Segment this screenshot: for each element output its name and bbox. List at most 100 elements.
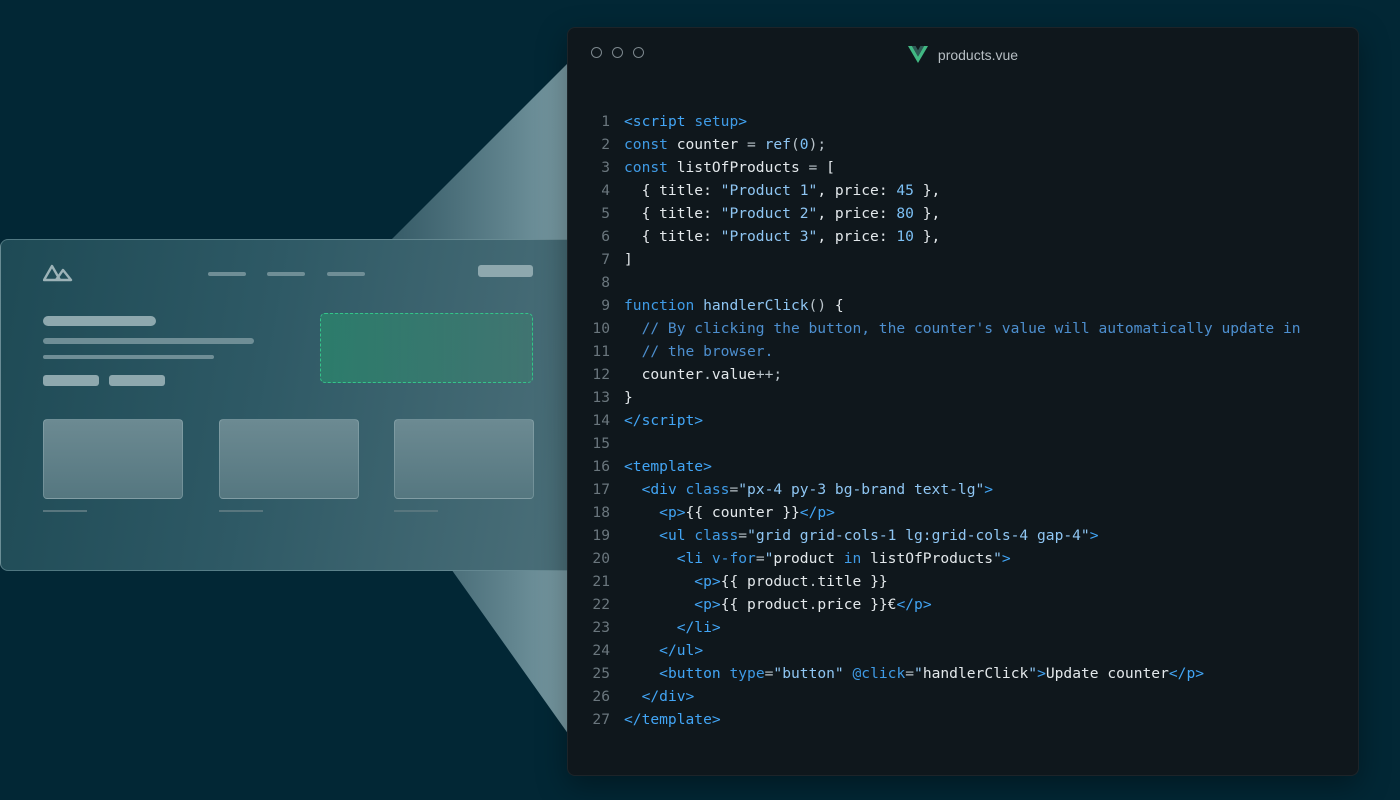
code-line[interactable]: 22 <p>{{ product.price }}€</p> bbox=[590, 593, 1301, 616]
code-token: ++; bbox=[755, 366, 783, 383]
code-token: { title: bbox=[624, 182, 721, 199]
code-token: setup bbox=[694, 113, 739, 130]
code-token: > bbox=[703, 458, 712, 475]
website-wireframe bbox=[0, 239, 569, 571]
code-token: > bbox=[1195, 665, 1205, 682]
code-token: </ bbox=[1168, 665, 1187, 682]
line-number: 25 bbox=[592, 665, 610, 682]
code-token: 45 bbox=[896, 182, 914, 199]
line-number: 13 bbox=[592, 389, 610, 406]
code-line[interactable]: 11 // the browser. bbox=[590, 340, 1301, 363]
code-line[interactable]: 18 <p>{{ counter }}</p> bbox=[590, 501, 1301, 524]
code-line[interactable]: 20 <li v-for="product in listOfProducts"… bbox=[590, 547, 1301, 570]
code-line[interactable]: 3 const listOfProducts = [ bbox=[590, 156, 1301, 179]
line-number: 20 bbox=[592, 550, 610, 567]
code-token: "Product 1" bbox=[720, 182, 818, 199]
code-token: </ bbox=[659, 642, 677, 659]
code-line[interactable]: 14 </script> bbox=[590, 409, 1301, 432]
code-line[interactable]: 4 { title: "Product 1", price: 45 }, bbox=[590, 179, 1301, 202]
code-line[interactable]: 27 </template> bbox=[590, 708, 1301, 731]
code-token: template bbox=[641, 711, 712, 728]
code-line[interactable]: 7] bbox=[590, 248, 1301, 271]
code-line[interactable]: 13} bbox=[590, 386, 1301, 409]
code-line[interactable]: 8 bbox=[590, 271, 1301, 294]
code-token: Update counter bbox=[1045, 665, 1169, 682]
line-number: 27 bbox=[592, 711, 610, 728]
code-token: listOfProducts bbox=[667, 159, 809, 176]
code-token: ] bbox=[624, 251, 633, 268]
card-caption-placeholder bbox=[394, 510, 438, 512]
line-number: 6 bbox=[601, 228, 610, 245]
code-token: > bbox=[1001, 550, 1011, 567]
nav-link-placeholder bbox=[327, 272, 365, 276]
text-placeholder bbox=[43, 338, 254, 344]
code-token: ); bbox=[808, 136, 827, 153]
code-token: < bbox=[676, 550, 686, 567]
code-area[interactable]: 1 <script setup> 2 const counter = ref(0); 3… bbox=[590, 110, 1301, 731]
code-token: </ bbox=[676, 619, 695, 636]
code-line[interactable]: 9 function handlerClick() { bbox=[590, 294, 1301, 317]
code-token: > bbox=[711, 619, 721, 636]
code-token: class bbox=[694, 527, 739, 544]
code-line[interactable]: 16 <template> bbox=[590, 455, 1301, 478]
code-token: </ bbox=[799, 504, 818, 521]
line-number: 7 bbox=[601, 251, 610, 268]
code-line[interactable]: 24 </ul> bbox=[590, 639, 1301, 662]
code-line[interactable]: 17 <div class="px-4 py-3 bg-brand text-l… bbox=[590, 478, 1301, 501]
line-number: 22 bbox=[592, 596, 610, 613]
card-caption-placeholder bbox=[43, 510, 87, 512]
code-token: // By clicking the button, the counter's… bbox=[641, 320, 1301, 337]
code-token: function bbox=[624, 297, 695, 314]
line-number: 8 bbox=[601, 274, 610, 291]
code-line[interactable]: 19 <ul class="grid grid-cols-1 lg:grid-c… bbox=[590, 524, 1301, 547]
card-caption-placeholder bbox=[219, 510, 263, 512]
code-token: value bbox=[711, 366, 756, 383]
code-token: ul bbox=[676, 642, 695, 659]
code-token: li bbox=[694, 619, 712, 636]
code-line[interactable]: 2 const counter = ref(0); bbox=[590, 133, 1301, 156]
code-token: {{ product bbox=[720, 573, 809, 590]
code-line[interactable]: 10 // By clicking the button, the counte… bbox=[590, 317, 1301, 340]
code-token: </ bbox=[624, 412, 642, 429]
code-token: > bbox=[711, 596, 721, 613]
code-line[interactable]: 12 counter.value++; bbox=[590, 363, 1301, 386]
code-token: listOfProducts bbox=[861, 550, 994, 567]
code-token: @click bbox=[852, 665, 906, 682]
code-line[interactable]: 23 </li> bbox=[590, 616, 1301, 639]
code-token: > bbox=[676, 504, 686, 521]
code-line[interactable]: 26 </div> bbox=[590, 685, 1301, 708]
code-token: product bbox=[773, 550, 844, 567]
code-token: < bbox=[624, 113, 633, 130]
code-token: "px-4 py-3 bg-brand text-lg" bbox=[738, 481, 985, 498]
code-token: "Product 3" bbox=[720, 228, 818, 245]
code-token: " bbox=[1028, 665, 1038, 682]
code-editor-window: products.vue 1 <script setup> 2 const count… bbox=[567, 27, 1359, 776]
line-number: 3 bbox=[601, 159, 610, 176]
code-line[interactable]: 15 bbox=[590, 432, 1301, 455]
code-line[interactable]: 25 <button type="button" @click="handler… bbox=[590, 662, 1301, 685]
code-token: // the browser. bbox=[641, 343, 774, 360]
code-line[interactable]: 6 { title: "Product 3", price: 10 }, bbox=[590, 225, 1301, 248]
code-token: > bbox=[984, 481, 994, 498]
code-token: } bbox=[624, 389, 633, 406]
code-line[interactable]: 1 <script setup> bbox=[590, 110, 1301, 133]
code-token: . bbox=[703, 366, 712, 383]
code-token: < bbox=[659, 665, 668, 682]
code-token: template bbox=[632, 458, 704, 475]
line-number: 9 bbox=[601, 297, 610, 314]
code-line[interactable]: 5 { title: "Product 2", price: 80 }, bbox=[590, 202, 1301, 225]
line-number: 2 bbox=[601, 136, 610, 153]
line-number: 5 bbox=[601, 205, 610, 222]
nav-button-placeholder bbox=[478, 265, 533, 277]
code-line[interactable]: 21 <p>{{ product.title }} bbox=[590, 570, 1301, 593]
code-token: < bbox=[694, 596, 704, 613]
code-token: handlerClick bbox=[703, 297, 809, 314]
